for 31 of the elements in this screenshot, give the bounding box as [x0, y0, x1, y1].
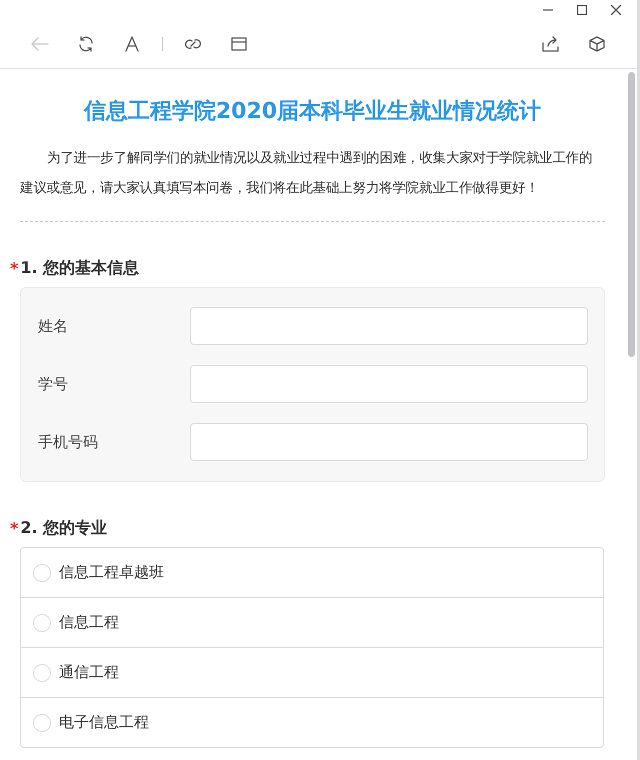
- window-icon: [231, 37, 247, 51]
- intro-text: 为了进一步了解同学们的就业情况以及就业过程中遇到的困难，收集大家对于学院就业工作的建议或意见，请大家认真填写本问卷，我们将在此基础上努力将学院就业工作做得更好！: [20, 149, 594, 198]
- input-field[interactable]: [190, 423, 588, 461]
- option-label[interactable]: 信息工程: [59, 613, 119, 632]
- minimize-icon: [543, 9, 553, 11]
- radio-button[interactable]: [33, 614, 51, 632]
- question-title: 1. 您的基本信息: [20, 258, 140, 279]
- question-title: 2. 您的专业: [20, 518, 108, 539]
- field-label: 姓名: [38, 316, 69, 336]
- option-label[interactable]: 信息工程卓越班: [59, 563, 164, 582]
- share-icon: [542, 36, 560, 52]
- radio-button[interactable]: [33, 714, 51, 732]
- input-field[interactable]: [190, 365, 588, 403]
- field-label: 学号: [38, 374, 69, 394]
- maximize-icon: [577, 5, 587, 15]
- survey-title: 信息工程学院2020届本科毕业生就业情况统计: [82, 98, 542, 126]
- font-icon: [125, 36, 139, 52]
- radio-button[interactable]: [33, 564, 51, 582]
- back-arrow-icon: [31, 37, 49, 51]
- field-label: 手机号码: [38, 432, 99, 452]
- required-mark: *: [10, 519, 18, 538]
- cube-icon: [589, 36, 605, 52]
- required-mark: *: [10, 259, 18, 278]
- option-label[interactable]: 电子信息工程: [59, 713, 149, 732]
- refresh-icon: [78, 36, 94, 52]
- option-label[interactable]: 通信工程: [59, 663, 119, 682]
- radio-button[interactable]: [33, 664, 51, 682]
- close-icon: [611, 5, 621, 15]
- input-field[interactable]: [190, 307, 588, 345]
- link-icon: [184, 38, 202, 50]
- scrollbar-thumb[interactable]: [628, 72, 634, 357]
